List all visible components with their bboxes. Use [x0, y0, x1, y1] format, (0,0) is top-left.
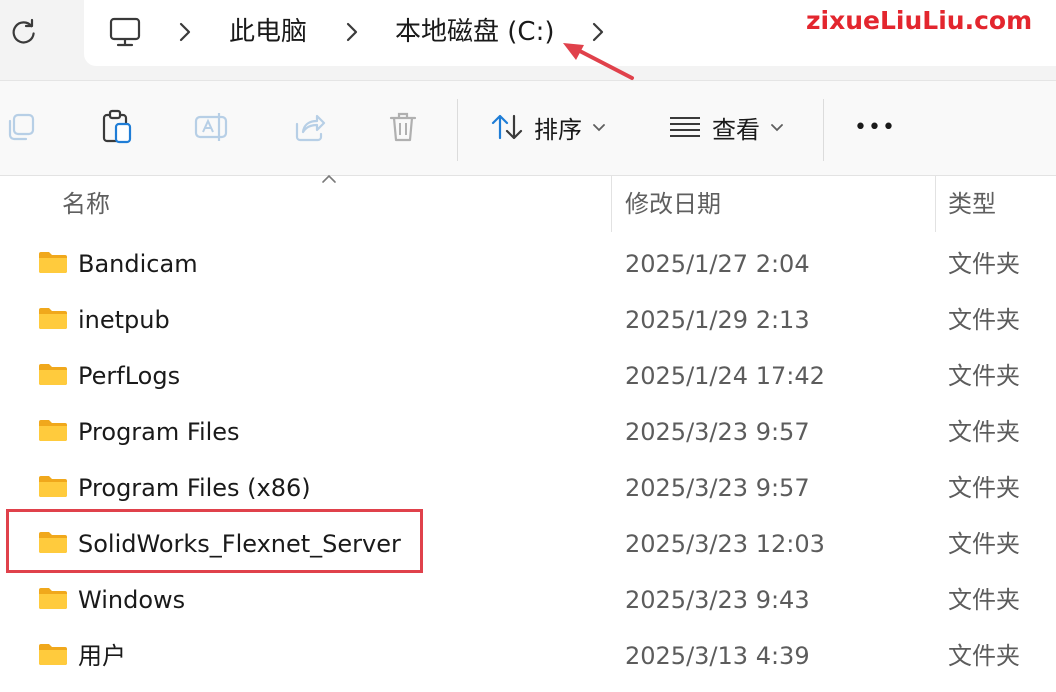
file-modified-date: 2025/3/23 12:03 [625, 530, 825, 558]
more-icon: ••• [854, 114, 896, 140]
copy-icon [8, 113, 35, 141]
file-modified-date: 2025/3/23 9:43 [625, 586, 810, 614]
file-modified-date: 2025/3/23 9:57 [625, 418, 810, 446]
sort-button[interactable]: 排序 [490, 105, 606, 149]
column-header-modified[interactable]: 修改日期 [625, 184, 721, 224]
breadcrumb-this-pc[interactable]: 此电脑 [229, 14, 307, 50]
folder-icon [39, 644, 67, 665]
file-row[interactable]: Bandicam 2025/1/27 2:04 文件夹 [0, 236, 1056, 292]
file-row[interactable]: SolidWorks_Flexnet_Server 2025/3/23 12:0… [0, 516, 1056, 572]
list-view-icon [670, 117, 700, 137]
folder-icon [39, 420, 67, 441]
file-type: 文件夹 [948, 306, 1020, 334]
folder-icon [39, 476, 67, 497]
file-name: Program Files (x86) [78, 474, 311, 502]
file-type: 文件夹 [948, 586, 1020, 614]
file-row[interactable]: Program Files (x86) 2025/3/23 9:57 文件夹 [0, 460, 1056, 516]
folder-icon [39, 364, 67, 385]
command-bar: 排序 查看 ••• [0, 81, 1056, 176]
computer-icon[interactable] [108, 15, 142, 49]
file-row[interactable]: inetpub 2025/1/29 2:13 文件夹 [0, 292, 1056, 348]
file-row[interactable]: PerfLogs 2025/1/24 17:42 文件夹 [0, 348, 1056, 404]
file-type: 文件夹 [948, 530, 1020, 558]
view-button[interactable]: 查看 [668, 105, 784, 149]
paste-button[interactable] [100, 105, 134, 149]
breadcrumb-local-disk-c[interactable]: 本地磁盘 (C:) [395, 14, 554, 50]
rename-button[interactable] [194, 105, 230, 149]
toolbar-divider [457, 99, 458, 161]
file-row[interactable]: 用户 2025/3/13 4:39 文件夹 [0, 628, 1056, 684]
file-modified-date: 2025/3/23 9:57 [625, 474, 810, 502]
file-name: Bandicam [78, 250, 198, 278]
share-icon [295, 114, 326, 142]
view-label: 查看 [712, 115, 760, 144]
delete-button[interactable] [386, 105, 420, 149]
watermark: zixueLiuLiu.com [806, 6, 1033, 35]
column-header-type[interactable]: 类型 [948, 184, 996, 224]
file-type: 文件夹 [948, 250, 1020, 278]
delete-icon [389, 112, 417, 142]
file-name: Program Files [78, 418, 240, 446]
file-row[interactable]: Windows 2025/3/23 9:43 文件夹 [0, 572, 1056, 628]
folder-icon [39, 252, 67, 273]
file-modified-date: 2025/1/29 2:13 [625, 306, 810, 334]
column-header-row: 名称 修改日期 类型 [0, 176, 1056, 232]
column-resize-handle[interactable] [611, 176, 612, 232]
file-type: 文件夹 [948, 642, 1020, 670]
chevron-right-icon[interactable] [342, 20, 362, 44]
file-name: inetpub [78, 306, 170, 334]
refresh-icon [12, 18, 35, 44]
folder-icon [39, 532, 67, 553]
rename-icon [194, 113, 228, 141]
toolbar-divider [823, 99, 824, 161]
file-modified-date: 2025/1/24 17:42 [625, 362, 825, 390]
more-options-button[interactable]: ••• [854, 105, 896, 149]
file-modified-date: 2025/3/13 4:39 [625, 642, 810, 670]
file-row[interactable]: Program Files 2025/3/23 9:57 文件夹 [0, 404, 1056, 460]
copy-button[interactable] [4, 105, 38, 149]
file-type: 文件夹 [948, 418, 1020, 446]
file-name: SolidWorks_Flexnet_Server [78, 530, 401, 558]
file-name: 用户 [78, 642, 126, 670]
file-modified-date: 2025/1/27 2:04 [625, 250, 810, 278]
chevron-right-icon[interactable] [588, 20, 608, 44]
column-header-name[interactable]: 名称 [62, 184, 110, 224]
chevron-down-icon [593, 124, 605, 132]
share-button[interactable] [292, 105, 326, 149]
chevron-down-icon [771, 124, 783, 132]
sort-icon [491, 114, 523, 140]
folder-icon [39, 308, 67, 329]
file-type: 文件夹 [948, 474, 1020, 502]
paste-icon [102, 109, 132, 144]
column-resize-handle[interactable] [935, 176, 936, 232]
sort-label: 排序 [534, 115, 582, 144]
file-explorer-window: 此电脑 本地磁盘 (C:) zixueLiuLiu.com 排序 查看 ••• … [0, 0, 1056, 692]
chevron-right-icon[interactable] [175, 20, 195, 44]
file-list: Bandicam 2025/1/27 2:04 文件夹 inetpub 2025… [0, 236, 1056, 684]
refresh-button[interactable] [8, 16, 40, 48]
file-type: 文件夹 [948, 362, 1020, 390]
sort-ascending-icon [322, 174, 336, 183]
file-name: PerfLogs [78, 362, 181, 390]
folder-icon [39, 588, 67, 609]
file-name: Windows [78, 586, 186, 614]
